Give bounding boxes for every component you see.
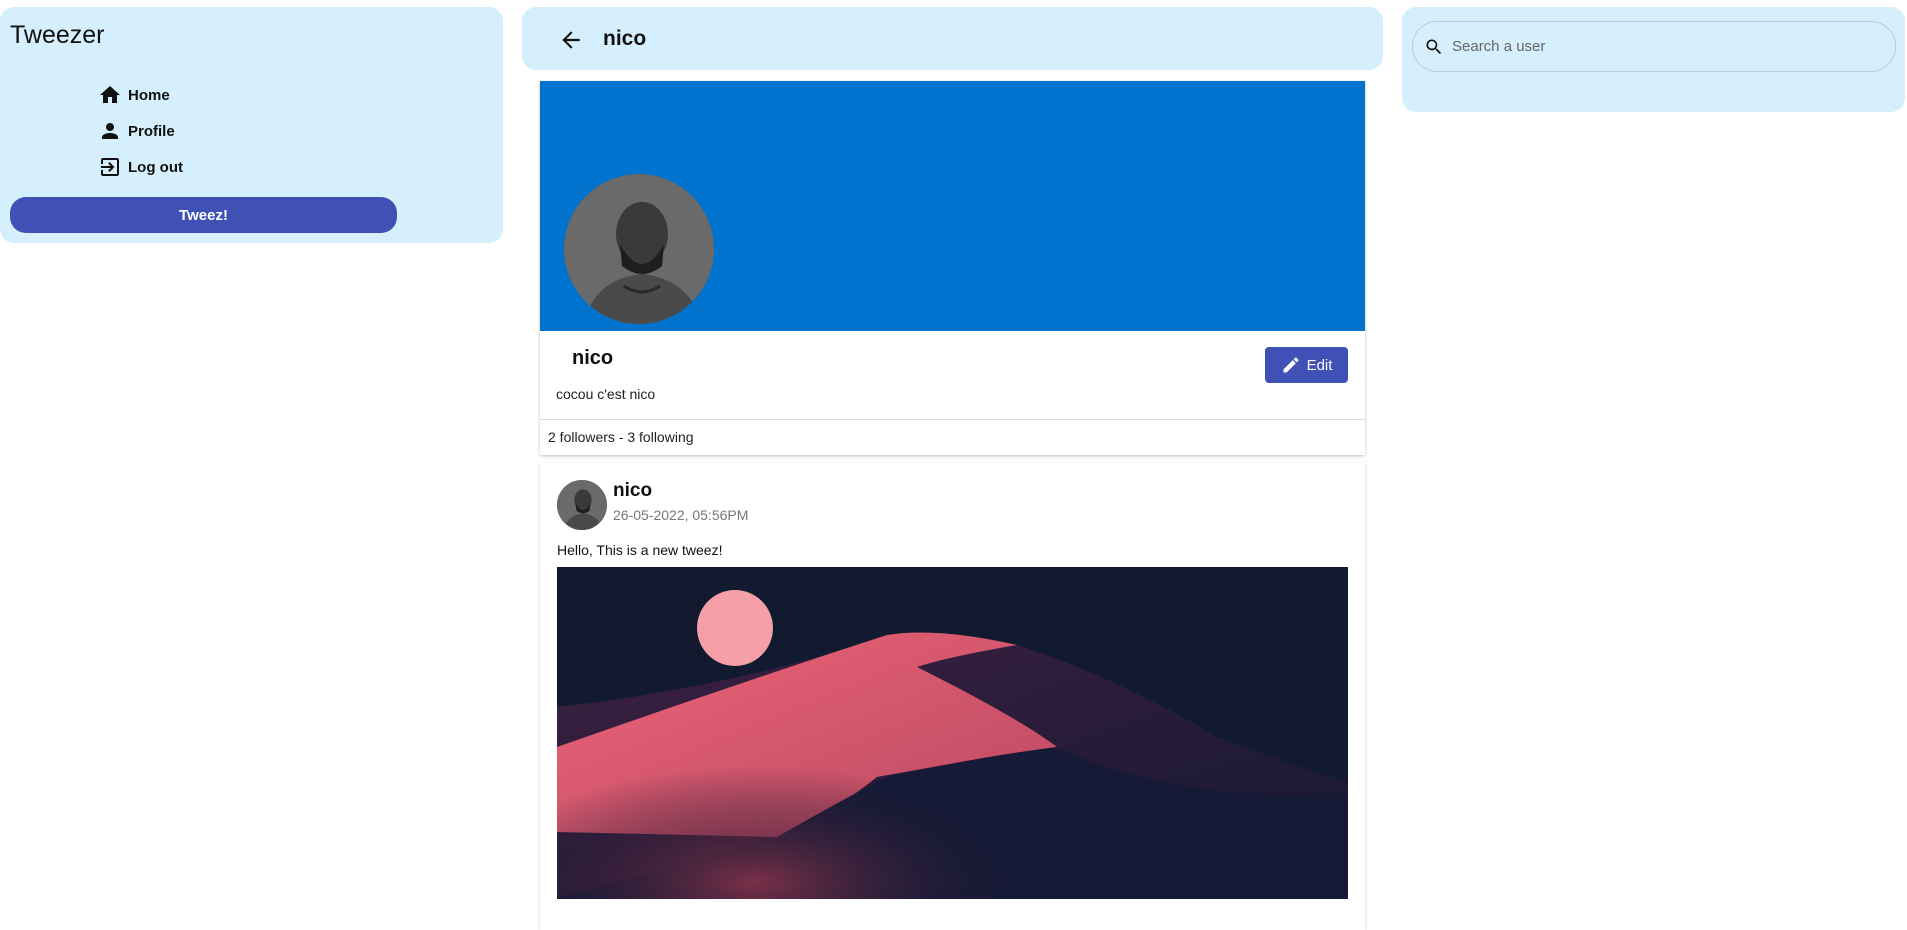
post-author[interactable]: nico (613, 480, 652, 502)
sidebar-item-label: Home (128, 86, 170, 104)
person-icon (102, 123, 118, 139)
arrow-left-icon[interactable] (558, 27, 584, 53)
edit-label: Edit (1306, 356, 1333, 374)
profile-card: nico cocou c'est nico Edit 2 followers -… (540, 81, 1365, 455)
post-image[interactable] (557, 567, 1348, 899)
home-icon (100, 86, 120, 103)
tweez-button[interactable]: Tweez! (10, 197, 397, 233)
post-timestamp: 26-05-2022, 05:56PM (613, 507, 749, 523)
search-input[interactable] (1450, 37, 1874, 56)
profile-header: nico (522, 7, 1383, 70)
app-title: Tweezer (10, 21, 105, 49)
search-panel (1402, 7, 1905, 112)
divider (540, 419, 1365, 420)
follow-stats[interactable]: 2 followers - 3 following (548, 429, 694, 445)
sidebar-nav: Home Profile Log out (98, 77, 183, 185)
sidebar-item-logout[interactable]: Log out (98, 149, 183, 185)
post-text: Hello, This is a new tweez! (557, 542, 723, 558)
profile-bio: cocou c'est nico (556, 386, 656, 402)
profile-name: nico (572, 347, 614, 369)
sidebar-item-label: Log out (128, 158, 183, 176)
logout-icon (101, 158, 119, 176)
left-sidebar: Tweezer Home Profile Log out Tweez! (0, 7, 503, 243)
pencil-icon (1283, 357, 1299, 373)
post-avatar[interactable] (557, 480, 607, 530)
avatar[interactable] (564, 174, 714, 324)
sidebar-item-label: Profile (128, 122, 175, 140)
page-title: nico (603, 27, 647, 50)
tweez-post: nico 26-05-2022, 05:56PM Hello, This is … (540, 463, 1365, 930)
sidebar-item-profile[interactable]: Profile (98, 113, 183, 149)
edit-profile-button[interactable]: Edit (1265, 347, 1348, 383)
sidebar-item-home[interactable]: Home (98, 77, 183, 113)
search-icon (1426, 39, 1442, 54)
search-bar[interactable] (1412, 21, 1896, 72)
